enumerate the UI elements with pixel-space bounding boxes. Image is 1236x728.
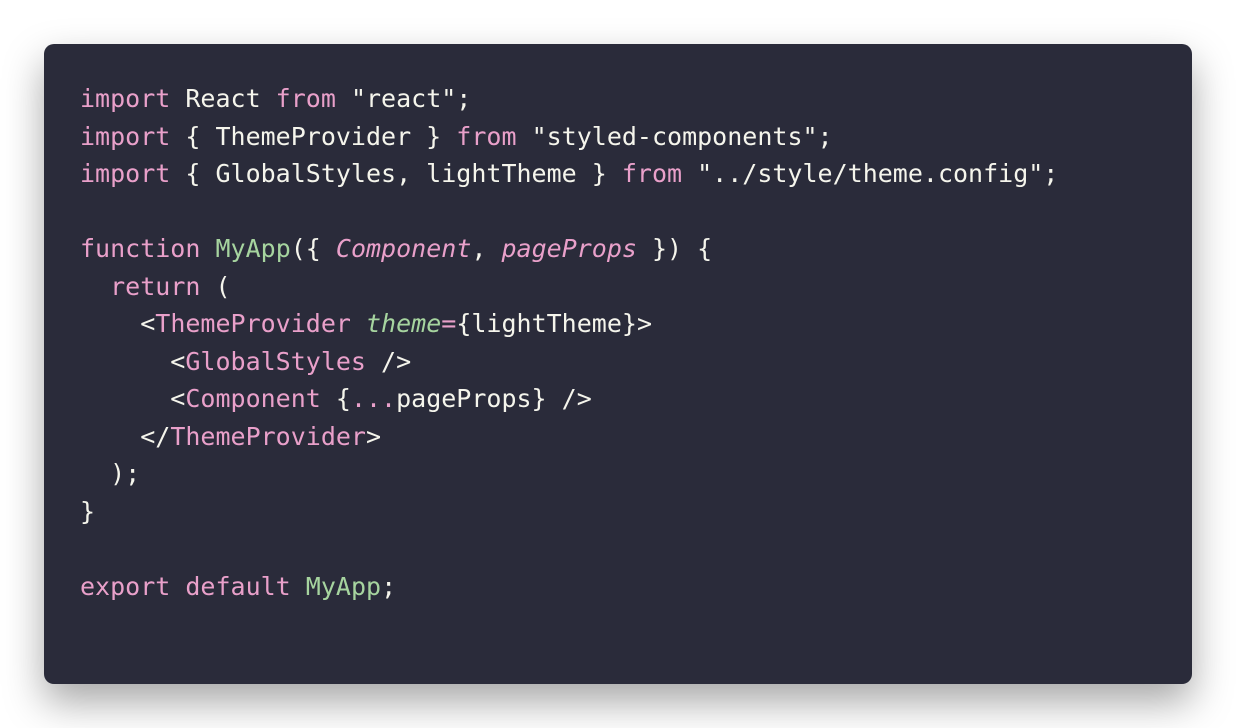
code-snippet-card: import React from "react"; import { Theme… [44, 44, 1192, 684]
code-token: {lightTheme}> [456, 309, 652, 338]
code-token: < [80, 384, 186, 413]
code-line: export default MyApp; [80, 568, 1058, 606]
code-token: ThemeProvider [155, 309, 351, 338]
code-line: </ThemeProvider> [80, 418, 1058, 456]
code-token: import [80, 121, 171, 151]
code-token: return [110, 271, 201, 301]
code-token: function [80, 234, 201, 263]
code-token: from [621, 159, 683, 188]
code-line: return ( [80, 268, 1058, 306]
code-token: import [80, 159, 171, 188]
code-token: GlobalStyles [185, 346, 366, 376]
code-block: import React from "react"; import { Theme… [80, 80, 1058, 605]
code-token: ... [350, 384, 397, 413]
code-token: MyApp [215, 234, 291, 263]
code-token: { [320, 384, 351, 413]
code-token: pageProps} /> [396, 384, 592, 413]
code-token: { ThemeProvider } [170, 121, 457, 151]
code-line: } [80, 493, 1058, 531]
code-line: <ThemeProvider theme={lightTheme}> [80, 305, 1058, 343]
code-line: <Component {...pageProps} /> [80, 380, 1058, 418]
code-token: ; [381, 571, 397, 601]
code-line: import { GlobalStyles, lightTheme } from… [80, 155, 1058, 193]
code-token: ( [200, 271, 231, 301]
code-line: function MyApp({ Component, pageProps })… [80, 230, 1058, 268]
code-token: Component [185, 384, 321, 413]
code-token: , [471, 234, 502, 263]
code-token: ThemeProvider [170, 421, 366, 451]
code-token: }) { [636, 234, 713, 263]
code-token: React [170, 84, 276, 113]
code-token: pageProps [501, 234, 637, 263]
code-line: <GlobalStyles /> [80, 343, 1058, 381]
code-token: from [275, 84, 336, 113]
code-token: = [441, 309, 457, 338]
code-token: < [80, 346, 186, 376]
code-token: </ [80, 421, 171, 451]
code-token: export [80, 571, 171, 601]
code-token: default [185, 571, 291, 601]
code-line: import { ThemeProvider } from "styled-co… [80, 118, 1058, 156]
code-token: > [365, 421, 382, 451]
code-token: < [80, 309, 156, 338]
code-token: } [80, 496, 96, 526]
code-token: ); [80, 459, 141, 488]
code-token: "../style/theme.config"; [682, 159, 1059, 188]
code-token: "styled-components"; [516, 121, 833, 151]
code-token: Component [335, 234, 472, 263]
code-token: ({ [290, 234, 336, 263]
code-token: theme [366, 309, 442, 338]
code-line: import React from "react"; [80, 80, 1058, 118]
code-token: MyApp [305, 571, 382, 601]
code-token: "react"; [335, 84, 472, 113]
code-line: ); [80, 455, 1058, 493]
code-token: { GlobalStyles, lightTheme } [170, 159, 622, 188]
code-token: /> [365, 346, 412, 376]
code-token: import [80, 84, 171, 113]
code-token: from [456, 121, 517, 151]
